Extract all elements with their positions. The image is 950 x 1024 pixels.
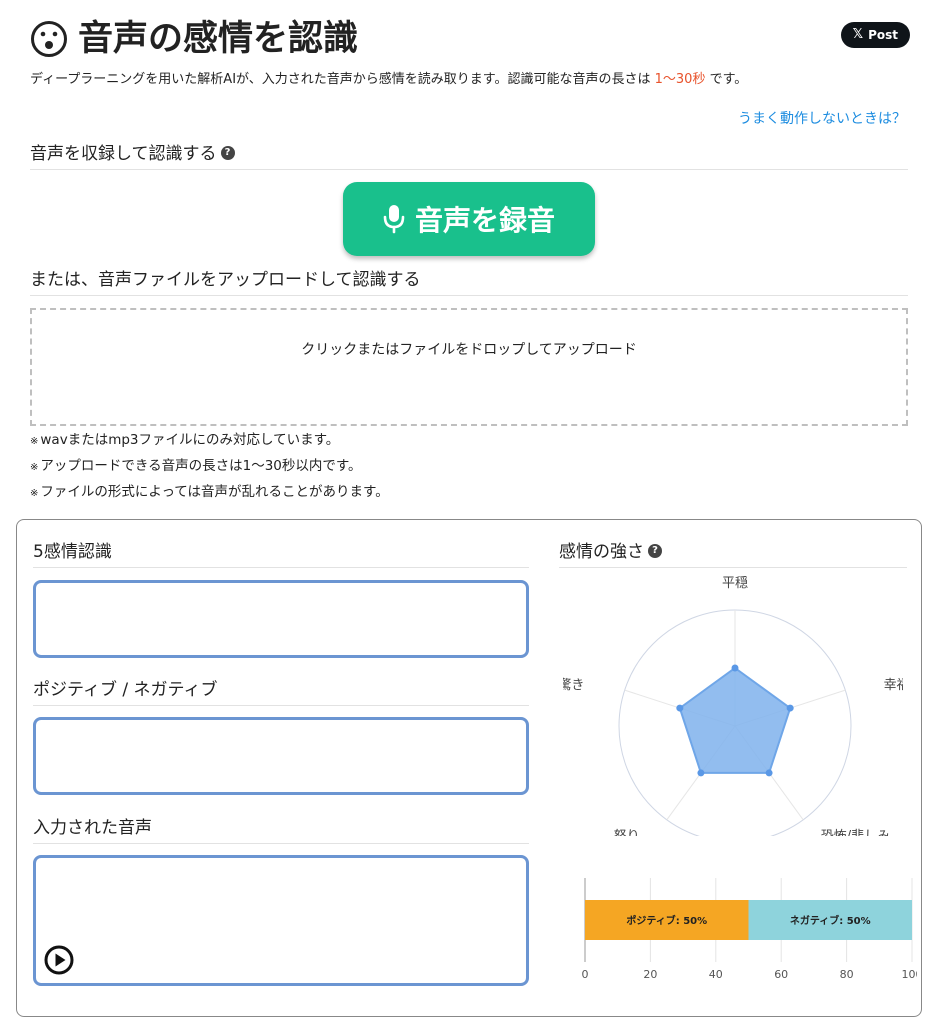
results-panel: 5感情認識 ポジティブ / ネガティブ 入力された音声 感情の強さ? 平穏幸福恐… xyxy=(16,519,922,1017)
emotion5-heading-label: 5感情認識 xyxy=(33,542,112,562)
x-post-label: Post xyxy=(868,28,898,42)
note-mark: ※ xyxy=(30,462,39,473)
input-audio-heading-label: 入力された音声 xyxy=(33,818,152,838)
help-link[interactable]: うまく動作しないときは？ xyxy=(738,108,906,128)
note-item: ※ wavまたはmp3ファイルにのみ対応しています。 xyxy=(30,428,389,454)
dropzone-text: クリックまたはファイルをドロップしてアップロード xyxy=(301,342,637,358)
bar-tick-label: 0 xyxy=(582,968,589,981)
upload-section-heading: または、音声ファイルをアップロードして認識する xyxy=(30,268,908,296)
record-section-heading: 音声を収録して認識する? xyxy=(30,142,908,170)
note-text: ファイルの形式によっては音声が乱れることがあります。 xyxy=(40,484,389,500)
upload-heading-label: または、音声ファイルをアップロードして認識する xyxy=(30,270,421,290)
x-post-button[interactable]: 𝕏 Post xyxy=(840,22,910,48)
radar-point xyxy=(731,664,739,672)
page-title: 音声の感情を認識 xyxy=(78,19,359,59)
radar-point xyxy=(786,704,794,712)
radar-axis-label: 怒り xyxy=(614,829,640,836)
help-circle-icon[interactable]: ? xyxy=(648,544,662,558)
bar-tick-label: 80 xyxy=(840,968,854,981)
microphone-icon xyxy=(383,205,405,234)
emotion-radar-chart: 平穏幸福恐怖/悲しみ 怒り 驚き xyxy=(563,576,903,836)
note-text: wavまたはmp3ファイルにのみ対応しています。 xyxy=(40,432,340,448)
description-text: ディープラーニングを用いた解析AIが、入力された音声から感情を読み取ります。認識… xyxy=(30,72,655,87)
bar-tick-label: 40 xyxy=(709,968,723,981)
posneg-heading: ポジティブ / ネガティブ xyxy=(33,678,529,706)
bar-tick-label: 60 xyxy=(774,968,788,981)
x-logo-icon: 𝕏 xyxy=(852,27,864,42)
radar-axis-label: 幸福 xyxy=(884,678,903,693)
file-dropzone[interactable]: クリックまたはファイルをドロップしてアップロード xyxy=(30,308,908,426)
strength-heading: 感情の強さ? xyxy=(559,540,907,568)
posneg-bar-chart: 0 20 40 60 80 100 ポジティブ: 50% ネガティブ: 50% xyxy=(582,878,918,981)
strength-heading-label: 感情の強さ xyxy=(559,542,644,562)
play-circle-icon[interactable] xyxy=(44,945,74,975)
radar-axis-label: 驚き xyxy=(563,677,584,693)
radar-axis-label: 平穏 xyxy=(722,576,748,591)
note-text: アップロードできる音声の長さは1〜30秒以内です。 xyxy=(40,458,362,474)
bar-tick-label: 20 xyxy=(643,968,657,981)
radar-area xyxy=(678,666,792,774)
bar-segment-label: ネガティブ: 50% xyxy=(790,914,871,927)
description: ディープラーニングを用いた解析AIが、入力された音声から感情を読み取ります。認識… xyxy=(30,70,920,90)
surprised-face-icon xyxy=(31,21,67,57)
emotion5-heading: 5感情認識 xyxy=(33,540,529,568)
posneg-heading-label: ポジティブ / ネガティブ xyxy=(33,680,218,700)
upload-notes: ※ wavまたはmp3ファイルにのみ対応しています。 ※ アップロードできる音声の長… xyxy=(30,428,389,506)
bar-tick-label: 100 xyxy=(902,968,918,981)
record-button[interactable]: 音声を録音 xyxy=(343,182,595,256)
bar-segment-label: ポジティブ: 50% xyxy=(626,914,707,927)
duration-highlight: 1〜30秒 xyxy=(654,72,706,87)
radar-axis-label: 恐怖/悲しみ xyxy=(821,828,890,836)
posneg-result-box xyxy=(33,717,529,795)
note-item: ※ アップロードできる音声の長さは1〜30秒以内です。 xyxy=(30,454,389,480)
help-circle-icon[interactable]: ? xyxy=(220,146,235,160)
radar-point xyxy=(765,769,773,777)
note-item: ※ ファイルの形式によっては音声が乱れることがあります。 xyxy=(30,480,389,506)
input-audio-box xyxy=(33,855,529,986)
radar-point xyxy=(697,769,705,777)
note-mark: ※ xyxy=(30,488,39,499)
description-end: です。 xyxy=(705,72,748,87)
record-heading-label: 音声を収録して認識する xyxy=(30,144,217,164)
record-button-label: 音声を録音 xyxy=(414,204,555,237)
radar-point xyxy=(676,704,684,712)
emotion5-result-box xyxy=(33,580,529,658)
input-audio-heading: 入力された音声 xyxy=(33,816,529,844)
note-mark: ※ xyxy=(30,436,39,447)
title-row: 音声の感情を認識 𝕏 Post xyxy=(30,12,910,66)
